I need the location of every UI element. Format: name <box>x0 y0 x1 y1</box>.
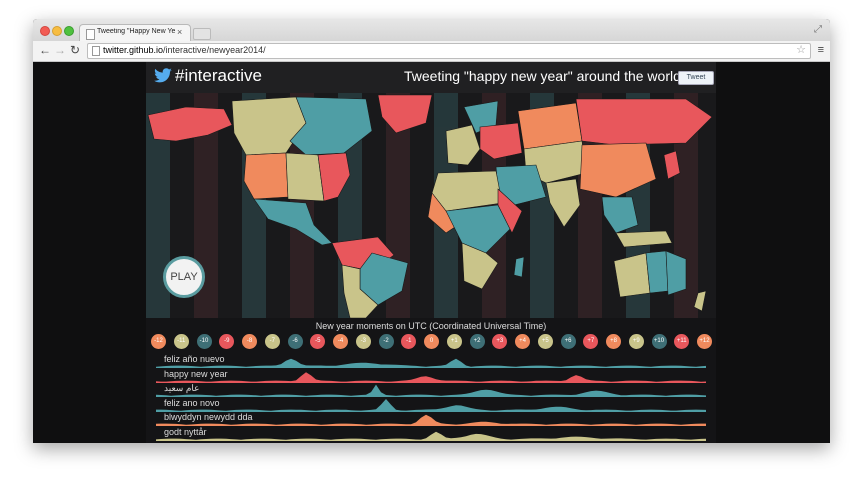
stream-row[interactable]: godt nyttår <box>146 427 716 441</box>
tweet-button-label: Tweet <box>686 74 706 81</box>
stream-sparkline <box>156 431 706 441</box>
tab-close-icon[interactable]: × <box>177 27 182 37</box>
timezone-button[interactable]: -8 <box>242 334 257 349</box>
stream-area <box>156 384 706 397</box>
page-icon <box>86 29 95 40</box>
stream-sparkline <box>156 358 706 368</box>
browser-tab[interactable]: Tweeting "Happy New Yea × <box>79 24 191 42</box>
stream-sparkline <box>156 398 706 412</box>
browser-window: Tweeting "Happy New Yea × ⤢ ← → ↻ twitte… <box>33 19 830 443</box>
timezone-title: New year moments on UTC (Coordinated Uni… <box>315 321 547 331</box>
timezone-button[interactable]: -4 <box>333 334 348 349</box>
stream-label: feliz ano novo <box>164 397 220 408</box>
timezone-button[interactable]: -12 <box>151 334 166 349</box>
region-europe-east <box>479 122 523 160</box>
url-host: twitter.github.io <box>103 45 164 55</box>
url-text: twitter.github.io/interactive/newyear201… <box>103 45 266 55</box>
stream-label: happy new year <box>164 368 228 379</box>
timezone-button[interactable]: -10 <box>196 334 212 349</box>
timezone-button[interactable]: +7 <box>583 334 599 349</box>
stream-row[interactable]: blwyddyn newydd dda <box>146 412 716 426</box>
tweet-button[interactable]: Tweet <box>678 71 714 85</box>
back-arrow-icon[interactable]: ← <box>39 43 51 57</box>
timezone-button[interactable]: -6 <box>287 334 303 349</box>
timezone-button[interactable]: +4 <box>515 334 530 349</box>
timezone-button[interactable]: +5 <box>537 334 553 349</box>
reload-icon[interactable]: ↻ <box>70 43 80 57</box>
timezone-button[interactable]: +1 <box>446 334 462 349</box>
minimize-window-button[interactable] <box>52 26 62 36</box>
stream-sparkline <box>156 384 706 397</box>
twitter-bird-icon <box>154 68 172 83</box>
phrase-streams: feliz año nuevo happy new year عام سعيد fel… <box>146 354 716 443</box>
new-tab-button[interactable] <box>193 28 211 40</box>
timezone-button[interactable]: -11 <box>173 334 189 349</box>
tab-title: Tweeting "Happy New Yea <box>97 28 175 35</box>
stream-area <box>156 371 706 383</box>
stream-row[interactable]: عام سعيد <box>146 383 716 397</box>
timezone-button[interactable]: +8 <box>606 334 621 349</box>
stream-row[interactable]: feliz año nuevo <box>146 354 716 368</box>
timezone-button[interactable]: 0 <box>424 334 439 349</box>
timezone-button[interactable]: +3 <box>492 334 508 349</box>
timezone-selector: -12 -11 -10 -9 -8 -7 -6 -5 -4 -3 -2 -1 0 +1 +2 +3 +4 +5 +6… <box>146 334 716 350</box>
timezone-button[interactable]: -2 <box>378 334 394 349</box>
brand-title[interactable]: #interactive <box>175 66 262 86</box>
stream-label: عام سعيد <box>164 383 200 393</box>
stream-area <box>156 398 706 412</box>
forward-arrow-icon[interactable]: → <box>54 43 66 57</box>
page-icon <box>92 46 100 56</box>
region-australia-east <box>665 250 687 296</box>
fullscreen-icon[interactable]: ⤢ <box>814 24 822 35</box>
region-usa-west <box>243 152 289 200</box>
play-button[interactable]: PLAY <box>163 256 205 298</box>
timezone-button[interactable]: +6 <box>560 334 576 349</box>
timezone-button[interactable]: -5 <box>310 334 326 349</box>
interactive-page: #interactive Tweeting "happy new year" a… <box>146 62 716 443</box>
timezone-button[interactable]: -3 <box>355 334 371 349</box>
close-window-button[interactable] <box>40 26 50 36</box>
timezone-button[interactable]: +10 <box>651 334 667 349</box>
site-header: #interactive Tweeting "happy new year" a… <box>146 62 716 93</box>
timezone-button[interactable]: +2 <box>469 334 485 349</box>
timezone-button[interactable]: +11 <box>674 334 690 349</box>
stream-label: blwyddyn newydd dda <box>164 412 253 422</box>
region-australia-west <box>613 252 651 298</box>
stream-area <box>156 358 706 368</box>
bookmark-star-icon[interactable]: ☆ <box>796 43 806 56</box>
region-usa-central <box>285 152 325 202</box>
url-path: /interactive/newyear2014/ <box>163 45 266 55</box>
page-viewport: #interactive Tweeting "happy new year" a… <box>33 62 830 443</box>
address-bar[interactable]: twitter.github.io/interactive/newyear201… <box>87 43 811 59</box>
browser-toolbar: ← → ↻ twitter.github.io/interactive/newy… <box>33 41 830 62</box>
stream-row[interactable]: feliz ano novo <box>146 398 716 412</box>
page-headline: Tweeting "happy new year" around the wor… <box>404 68 681 84</box>
region-australia-central <box>645 250 669 294</box>
world-map[interactable] <box>146 93 716 318</box>
timezone-button[interactable]: -7 <box>264 334 280 349</box>
stream-area <box>156 431 706 441</box>
title-bar: Tweeting "Happy New Yea × ⤢ <box>33 19 830 42</box>
menu-icon[interactable]: ≡ <box>818 44 824 56</box>
maximize-window-button[interactable] <box>64 26 74 36</box>
stream-sparkline <box>156 371 706 383</box>
timezone-button[interactable]: +9 <box>628 334 644 349</box>
timezone-button[interactable]: -9 <box>219 334 235 349</box>
stream-label: feliz año nuevo <box>164 354 225 364</box>
timezone-button[interactable]: +12 <box>697 334 712 349</box>
stream-row[interactable]: happy new year <box>146 369 716 383</box>
stream-label: godt nyttår <box>164 426 207 437</box>
timezone-button[interactable]: -1 <box>401 334 417 349</box>
